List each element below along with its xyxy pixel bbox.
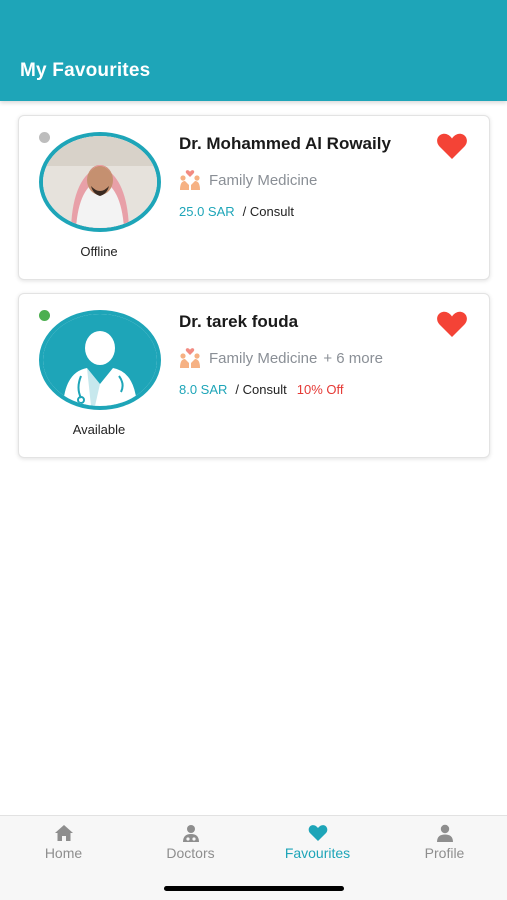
heart-icon xyxy=(308,825,327,841)
discount-badge: 10% Off xyxy=(296,382,344,397)
more-specialties-link[interactable]: + 6 more xyxy=(323,350,383,367)
consult-price: 8.0 SAR xyxy=(179,382,228,397)
tab-home[interactable]: Home xyxy=(0,816,127,876)
doctor-avatar-placeholder xyxy=(39,310,161,410)
tab-label: Profile xyxy=(424,845,465,861)
doctor-name[interactable]: Dr. Mohammed Al Rowaily xyxy=(179,134,391,154)
doctor-icon xyxy=(182,825,199,842)
availability-status: Offline xyxy=(80,244,118,259)
tab-label: Doctors xyxy=(166,845,215,861)
tab-favourites[interactable]: Favourites xyxy=(254,816,381,876)
availability-status: Available xyxy=(72,422,126,437)
specialty-row: Family Medicine + 6 more xyxy=(179,346,383,370)
family-medicine-icon xyxy=(180,348,200,368)
tab-label: Favourites xyxy=(284,845,351,861)
status-dot-online xyxy=(39,310,50,321)
favourite-heart-icon[interactable] xyxy=(436,132,468,160)
tab-label: Home xyxy=(44,845,83,861)
doctor-card[interactable]: Offline Dr. Mohammed Al Rowaily Family M… xyxy=(18,115,490,280)
doctor-card[interactable]: Available Dr. tarek fouda Family Medicin… xyxy=(18,293,490,458)
consult-unit: / Consult xyxy=(242,204,294,219)
home-indicator[interactable] xyxy=(164,886,344,891)
family-medicine-icon xyxy=(180,170,200,190)
specialty-row: Family Medicine xyxy=(179,168,317,192)
price-row: 8.0 SAR / Consult 10% Off xyxy=(179,382,343,397)
consult-unit: / Consult xyxy=(235,382,287,397)
page-title: My Favourites xyxy=(20,60,151,81)
tab-doctors[interactable]: Doctors xyxy=(127,816,254,876)
doctor-avatar-photo xyxy=(39,132,161,232)
doctor-name[interactable]: Dr. tarek fouda xyxy=(179,312,298,332)
specialty-label: Family Medicine xyxy=(209,349,318,367)
specialty-label: Family Medicine xyxy=(209,171,318,189)
price-row: 25.0 SAR / Consult xyxy=(179,204,294,219)
favourite-heart-icon[interactable] xyxy=(436,310,468,338)
tab-profile[interactable]: Profile xyxy=(381,816,507,876)
home-icon xyxy=(54,825,73,841)
status-dot-offline xyxy=(39,132,50,143)
consult-price: 25.0 SAR xyxy=(179,204,235,219)
app-header: My Favourites xyxy=(0,0,507,101)
person-icon xyxy=(436,824,453,842)
